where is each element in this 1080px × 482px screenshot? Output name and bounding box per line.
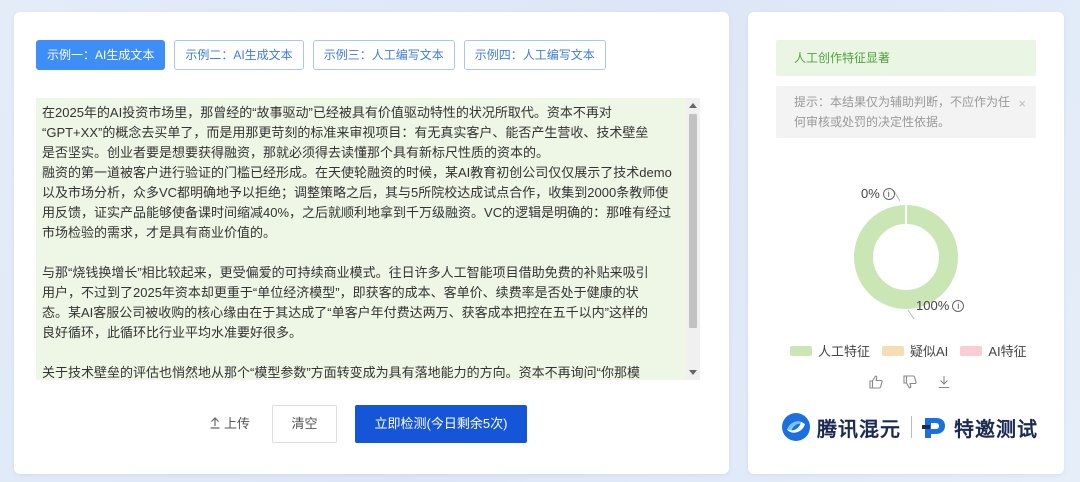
- thumbs-up-icon[interactable]: [868, 374, 884, 390]
- pct-high-value: 100%: [916, 298, 950, 313]
- tab-example-1[interactable]: 示例一：AI生成文本: [36, 40, 166, 70]
- action-bar: 上传 清空 立即检测(今日剩余5次): [14, 405, 729, 443]
- legend-swatch-ai: [960, 345, 983, 356]
- result-panel: 人工创作特征显著 提示：本结果仅为辅助判断，不应作为任何审核或处罚的决定性依据。…: [748, 12, 1064, 474]
- brand-footer: 腾讯混元 特邀测试: [781, 410, 1038, 444]
- leader-line-low: [893, 190, 901, 202]
- hunyuan-logo-icon: [782, 413, 810, 441]
- chart-legend: 人工特征 疑似AI AI特征: [790, 341, 1027, 360]
- pct-low-value: 0%: [861, 186, 880, 201]
- brand-subtitle: 特邀测试: [954, 418, 1038, 441]
- pct-label-low: 0% i: [861, 186, 895, 201]
- tab-example-2[interactable]: 示例二：AI生成文本: [174, 40, 304, 70]
- legend-item-suspected-ai[interactable]: 疑似AI: [882, 341, 948, 360]
- download-icon[interactable]: [936, 374, 952, 390]
- result-notice: 提示：本结果仅为辅助判断，不应作为任何审核或处罚的决定性依据。 ×: [776, 86, 1036, 138]
- brand-divider: [911, 416, 912, 438]
- text-input-area[interactable]: 在2025年的AI投资市场里，那曾经的“故事驱动”已经被具有价值驱动特性的状况所…: [36, 98, 700, 380]
- text-input-content[interactable]: 在2025年的AI投资市场里，那曾经的“故事驱动”已经被具有价值驱动特性的状况所…: [42, 103, 684, 380]
- input-panel: 示例一：AI生成文本 示例二：AI生成文本 示例三：人工编写文本 示例四：人工编…: [14, 12, 729, 474]
- legend-swatch-suspected-ai: [882, 345, 905, 356]
- tab-example-4[interactable]: 示例四：人工编写文本: [463, 40, 606, 70]
- detect-button[interactable]: 立即检测(今日剩余5次): [355, 405, 527, 443]
- scroll-thumb[interactable]: [689, 114, 697, 328]
- result-donut-chart: 0% i 100% i: [748, 172, 1064, 322]
- legend-item-human[interactable]: 人工特征: [790, 341, 870, 360]
- brand-name: 腾讯混元: [817, 418, 901, 441]
- leader-line-high: [907, 309, 915, 320]
- legend-label-human: 人工特征: [818, 344, 871, 359]
- invite-logo-icon: [922, 418, 945, 438]
- scroll-down-arrow-icon[interactable]: [689, 370, 697, 375]
- legend-label-suspected-ai: 疑似AI: [910, 344, 949, 359]
- text-scrollbar[interactable]: [686, 98, 700, 380]
- example-tabs: 示例一：AI生成文本 示例二：AI生成文本 示例三：人工编写文本 示例四：人工编…: [36, 40, 606, 70]
- legend-item-ai[interactable]: AI特征: [960, 341, 1027, 360]
- clear-button[interactable]: 清空: [272, 405, 337, 443]
- feedback-bar: [868, 374, 952, 390]
- legend-label-ai: AI特征: [988, 344, 1027, 359]
- upload-label: 上传: [224, 416, 251, 431]
- legend-swatch-human: [790, 345, 812, 356]
- donut-slice-0[interactable]: [854, 205, 958, 309]
- thumbs-down-icon[interactable]: [902, 374, 918, 390]
- scroll-up-arrow-icon[interactable]: [689, 103, 697, 108]
- info-icon[interactable]: i: [882, 188, 895, 200]
- donut-svg: [854, 190, 958, 320]
- pct-label-high: 100% i: [916, 298, 965, 313]
- close-icon[interactable]: ×: [1018, 94, 1026, 114]
- info-icon[interactable]: i: [952, 300, 965, 312]
- tab-example-3[interactable]: 示例三：人工编写文本: [312, 40, 455, 70]
- upload-button[interactable]: 上传: [209, 409, 250, 439]
- notice-text: 提示：本结果仅为辅助判断，不应作为任何审核或处罚的决定性依据。: [794, 95, 1011, 129]
- upload-arrow-icon: [210, 417, 220, 429]
- result-title: 人工创作特征显著: [776, 40, 1036, 76]
